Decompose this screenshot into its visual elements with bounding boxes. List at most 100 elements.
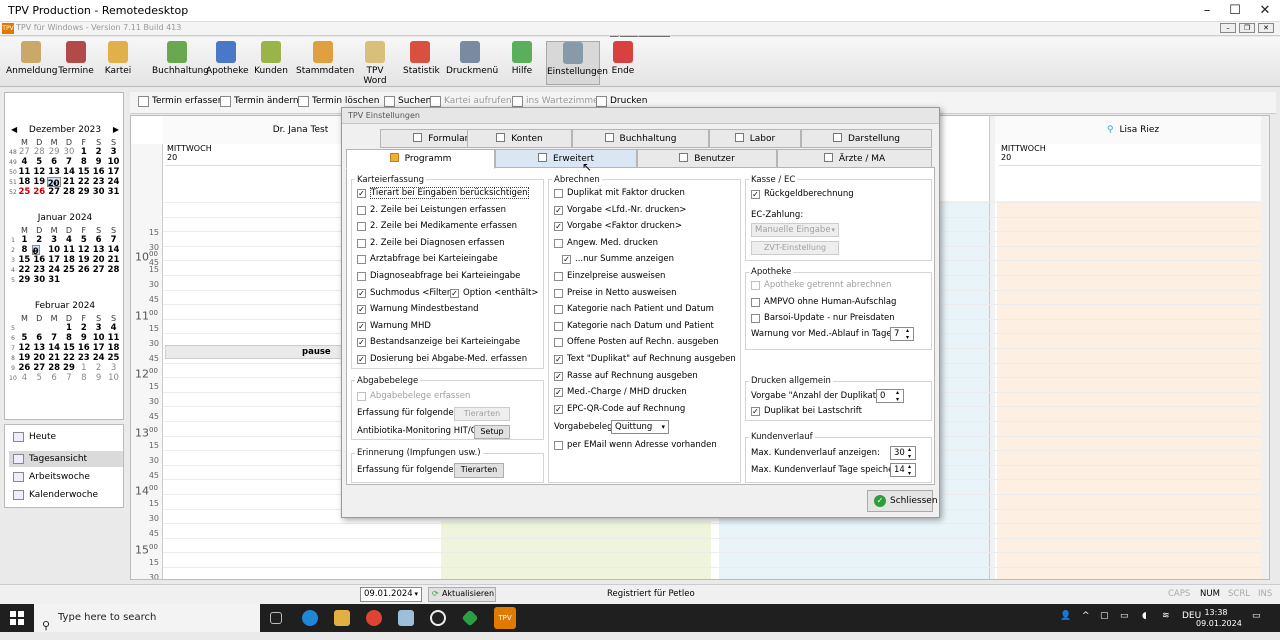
kartei-checkbox-4[interactable]: Arztabfrage bei Karteieingabe <box>357 254 498 265</box>
calendar-day[interactable]: 17 <box>47 255 62 265</box>
toolbar-druckmen--button[interactable]: Druckmenü <box>446 41 498 85</box>
kartei-checkbox-5[interactable]: Diagnoseabfrage bei Karteieingabe <box>357 271 520 281</box>
toolbar-termine-button[interactable]: Termine <box>58 41 94 85</box>
calendar-day[interactable]: 27 <box>32 363 47 373</box>
toolbar-buchhaltung-button[interactable]: Buchhaltung <box>152 41 209 85</box>
calendar-day[interactable]: 20 <box>46 177 61 190</box>
calendar-day[interactable]: 18 <box>17 177 32 187</box>
prev-month-icon[interactable]: ◀ <box>11 125 17 134</box>
calendar-day[interactable]: 24 <box>91 353 106 363</box>
calendar-day[interactable]: 15 <box>62 343 77 353</box>
green-app-icon[interactable] <box>461 609 479 627</box>
calendar-day[interactable]: 1 <box>76 147 91 157</box>
abrechnen-checkbox-7[interactable]: Kategorie nach Patient und Datum <box>554 304 714 315</box>
calendar-day[interactable]: 13 <box>91 245 106 255</box>
calendar-day[interactable]: 6 <box>47 373 62 383</box>
tab-ärzte-ma[interactable]: Ärzte / MA <box>777 149 932 168</box>
vertical-scrollbar[interactable] <box>1261 116 1269 579</box>
calendar-day[interactable]: 14 <box>62 167 77 177</box>
cal-toolbar-add-appointment-button[interactable]: Termin erfassen <box>138 96 223 107</box>
date-select[interactable]: 09.01.2024 <box>360 587 422 602</box>
toolbar-einstellungen-button[interactable]: Einstellungen <box>546 41 608 85</box>
calendar-day[interactable]: 11 <box>17 167 32 177</box>
abrechnen-checkbox-10[interactable]: ✓ Text "Duplikat" auf Rechnung ausgeben <box>554 354 736 364</box>
kartei-checkbox-10[interactable]: ✓ Dosierung bei Abgabe-Med. erfassen <box>357 354 527 364</box>
calendar-day[interactable]: 2 <box>32 235 47 245</box>
calendar-day[interactable] <box>106 275 121 285</box>
abrechnen-checkbox-12[interactable]: ✓ Med.-Charge / MHD drucken <box>554 387 687 398</box>
abrechnen-checkbox-6[interactable]: Preise in Netto ausweisen <box>554 288 676 298</box>
zvt-einstellung-button[interactable]: ZVT-Einstellung <box>751 241 839 255</box>
calendar-day[interactable]: 30 <box>32 275 47 285</box>
maximize-button[interactable]: ☐ <box>1220 2 1250 20</box>
wifi-icon[interactable]: ≋ <box>1162 611 1170 621</box>
erinnerung-tierarten-button[interactable]: Tierarten <box>454 463 504 478</box>
kartei-checkbox-2[interactable]: 2. Zeile bei Medikamente erfassen <box>357 221 517 232</box>
calendar-day[interactable]: 6 <box>32 333 47 343</box>
calendar-day[interactable]: 29 <box>17 275 32 285</box>
close-dialog-button[interactable]: ✓ Schliessen <box>867 490 938 512</box>
calendar-day[interactable]: 12 <box>17 343 32 353</box>
toolbar-statistik-button[interactable]: Statistik <box>403 41 440 85</box>
nav-heute[interactable]: Heute <box>9 429 123 445</box>
chrome-icon[interactable] <box>366 610 382 626</box>
calendar-day[interactable]: 4 <box>17 373 32 383</box>
calendar-day[interactable]: 28 <box>62 187 77 197</box>
calendar-day[interactable]: 5 <box>32 373 47 383</box>
lastschrift-checkbox[interactable]: ✓ Duplikat bei Lastschrift <box>751 406 862 416</box>
volume-icon[interactable]: ◖ <box>1142 611 1147 621</box>
cal-toolbar-edit-appointment-button[interactable]: Termin ändern <box>220 96 299 107</box>
vorgabe-duplikate-stepper[interactable]: 0 <box>876 389 904 403</box>
network-icon[interactable]: ▭ <box>1120 611 1129 621</box>
task-view-icon[interactable] <box>270 612 282 624</box>
calendar-day[interactable]: 19 <box>17 353 32 363</box>
calendar-day[interactable]: 2 <box>91 147 106 157</box>
calendar-day[interactable] <box>47 323 62 333</box>
calendar-day[interactable]: 2 <box>76 323 91 333</box>
calendar-day[interactable] <box>91 275 106 285</box>
max-anzeigen-stepper[interactable]: 30 <box>890 446 916 460</box>
nav-tagesansicht[interactable]: Tagesansicht <box>9 451 123 467</box>
calendar-day[interactable] <box>32 323 47 333</box>
close-window-button[interactable]: ✕ <box>1250 2 1280 20</box>
calendar-day[interactable]: 18 <box>62 255 77 265</box>
calendar-day[interactable]: 10 <box>91 333 106 343</box>
cal-toolbar-delete-appointment-button[interactable]: Termin löschen <box>298 96 379 107</box>
abrechnen-checkbox-13[interactable]: ✓ EPC-QR-Code auf Rechnung <box>554 404 685 414</box>
edge-icon[interactable] <box>302 610 318 626</box>
max-tage-stepper[interactable]: 14 <box>890 463 916 477</box>
calendar-day[interactable]: 25 <box>62 265 77 275</box>
calendar-day[interactable]: 1 <box>76 363 91 373</box>
kartei-checkbox-3[interactable]: 2. Zeile bei Diagnosen erfassen <box>357 238 504 248</box>
minimize-button[interactable]: – <box>1192 2 1222 20</box>
calendar-day[interactable]: 8 <box>62 333 77 343</box>
calendar-day[interactable]: 20 <box>91 255 106 265</box>
mdi-close-button[interactable]: ✕ <box>1258 23 1274 33</box>
calendar-day[interactable]: 16 <box>91 167 106 177</box>
calendar-day[interactable]: 9 <box>91 157 106 167</box>
abrechnen-checkbox-2[interactable]: ✓ Vorgabe <Faktor drucken> <box>554 221 682 232</box>
tab-programm[interactable]: Programm <box>346 149 495 169</box>
mdi-restore-button[interactable]: ❐ <box>1239 23 1255 33</box>
toolbar-ende-button[interactable]: Ende <box>608 41 638 85</box>
calendar-day[interactable]: 3 <box>91 323 106 333</box>
calendar-day[interactable]: 14 <box>106 245 121 255</box>
calendar-day[interactable]: 1 <box>62 323 77 333</box>
kartei-checkbox-0[interactable]: ✓ Tierart bei Eingaben berücksichtigen <box>357 187 529 199</box>
calendar-day[interactable] <box>62 275 77 285</box>
calendar-day[interactable]: 2 <box>91 363 106 373</box>
calendar-day[interactable]: 25 <box>17 187 32 197</box>
calendar-day[interactable]: 30 <box>62 147 77 157</box>
calendar-day[interactable]: 24 <box>47 265 62 275</box>
abrechnen-checkbox-8[interactable]: Kategorie nach Datum und Patient <box>554 321 714 331</box>
setup-button[interactable]: Setup <box>474 425 510 439</box>
calendar-day[interactable]: 23 <box>76 353 91 363</box>
calendar-day[interactable]: 17 <box>91 343 106 353</box>
refresh-button[interactable]: ⟳ Aktualisieren <box>428 587 496 602</box>
abrechnen-checkbox-1[interactable]: ✓ Vorgabe <Lfd.-Nr. drucken> <box>554 205 686 215</box>
calendar-day[interactable]: 19 <box>76 255 91 265</box>
calendar-day[interactable]: 10 <box>47 245 62 255</box>
calendar-day[interactable]: 21 <box>62 177 77 187</box>
toolbar-stammdaten-button[interactable]: Stammdaten <box>296 41 354 85</box>
calendar-day[interactable]: 26 <box>32 187 47 197</box>
